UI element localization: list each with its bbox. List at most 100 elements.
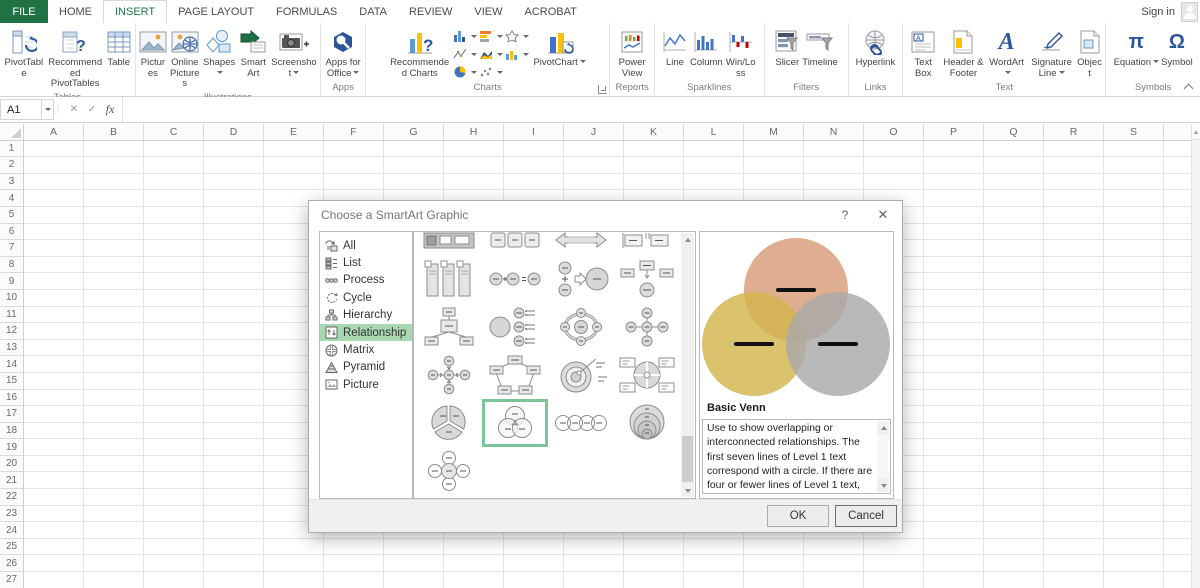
cell[interactable] <box>804 140 864 158</box>
tab-review[interactable]: REVIEW <box>398 0 463 23</box>
cell[interactable] <box>924 555 984 573</box>
cell[interactable] <box>204 323 264 340</box>
cell[interactable] <box>1044 372 1104 390</box>
cell[interactable] <box>204 289 264 307</box>
cell[interactable] <box>84 538 144 556</box>
category-pyramid[interactable]: Pyramid <box>320 359 412 376</box>
cell[interactable] <box>84 389 144 407</box>
cell[interactable] <box>744 572 804 588</box>
cell[interactable] <box>924 240 984 257</box>
tab-home[interactable]: HOME <box>48 0 103 23</box>
column-header[interactable]: K <box>624 124 684 141</box>
cell[interactable] <box>624 555 684 573</box>
cell[interactable] <box>924 339 984 357</box>
column-header[interactable]: O <box>864 124 924 141</box>
row-header[interactable]: 4 <box>0 190 24 207</box>
cell[interactable] <box>204 555 264 573</box>
cell[interactable] <box>864 140 924 158</box>
cell[interactable] <box>264 572 324 588</box>
cell[interactable] <box>624 572 684 588</box>
equation-button[interactable]: π Equation <box>1113 25 1161 70</box>
text-box-button[interactable]: A Text Box <box>905 25 941 80</box>
category-picture[interactable]: Picture <box>320 376 412 393</box>
column-header[interactable]: E <box>264 124 324 141</box>
cell[interactable] <box>1164 439 1191 456</box>
cell[interactable] <box>84 140 144 158</box>
cell[interactable] <box>924 472 984 490</box>
cell[interactable] <box>504 538 564 556</box>
row-header[interactable]: 13 <box>0 339 24 357</box>
cell[interactable] <box>984 140 1044 158</box>
cell[interactable] <box>144 406 204 423</box>
cell[interactable] <box>984 223 1044 241</box>
insert-column-chart-button[interactable] <box>453 30 479 42</box>
cell[interactable] <box>744 555 804 573</box>
cell[interactable] <box>504 572 564 588</box>
cell[interactable] <box>1104 455 1164 473</box>
tab-formulas[interactable]: FORMULAS <box>265 0 348 23</box>
row-header[interactable]: 12 <box>0 323 24 340</box>
column-header[interactable]: J <box>564 124 624 141</box>
cell[interactable] <box>84 306 144 324</box>
cell[interactable] <box>144 140 204 158</box>
cell[interactable] <box>204 372 264 390</box>
column-header[interactable]: N <box>804 124 864 141</box>
cell[interactable] <box>324 572 384 588</box>
cell[interactable] <box>444 140 504 158</box>
layout-thumb-accent-block[interactable] <box>416 232 482 255</box>
cell[interactable] <box>504 173 564 191</box>
cell[interactable] <box>204 339 264 357</box>
row-header[interactable]: 11 <box>0 306 24 324</box>
cell[interactable] <box>204 572 264 588</box>
cell[interactable] <box>1044 173 1104 191</box>
cell[interactable] <box>204 173 264 191</box>
cell[interactable] <box>1104 323 1164 340</box>
cell[interactable] <box>84 455 144 473</box>
cell[interactable] <box>924 422 984 440</box>
cell[interactable] <box>24 538 84 556</box>
cell[interactable] <box>804 538 864 556</box>
insert-bar-chart-button[interactable] <box>479 30 505 42</box>
cell[interactable] <box>984 372 1044 390</box>
cell[interactable] <box>24 306 84 324</box>
cell[interactable] <box>864 173 924 191</box>
cell[interactable] <box>444 538 504 556</box>
cell[interactable] <box>24 505 84 523</box>
cell[interactable] <box>984 323 1044 340</box>
insert-function-button[interactable]: fx <box>102 102 118 117</box>
vertical-scrollbar[interactable] <box>1191 124 1200 588</box>
layout-thumb-stacked-venn[interactable] <box>614 399 680 447</box>
row-header[interactable]: 10 <box>0 289 24 307</box>
cell[interactable] <box>204 273 264 290</box>
cell[interactable] <box>1164 373 1191 390</box>
cell[interactable] <box>924 306 984 324</box>
cell[interactable] <box>144 439 204 456</box>
cell[interactable] <box>984 289 1044 307</box>
column-header[interactable]: L <box>684 124 744 141</box>
cell[interactable] <box>144 339 204 357</box>
cell[interactable] <box>1044 472 1104 490</box>
table-button[interactable]: Table <box>105 25 133 70</box>
row-header[interactable]: 24 <box>0 522 24 539</box>
column-header[interactable]: R <box>1044 124 1104 141</box>
layout-thumb-funnel-merge[interactable] <box>548 255 614 303</box>
cell[interactable] <box>684 173 744 191</box>
cell[interactable] <box>84 422 144 440</box>
cell[interactable] <box>24 190 84 207</box>
row-header[interactable]: 14 <box>0 356 24 373</box>
cell[interactable] <box>504 157 564 174</box>
cell[interactable] <box>264 173 324 191</box>
cell[interactable] <box>84 289 144 307</box>
cell[interactable] <box>144 289 204 307</box>
row-header[interactable]: 20 <box>0 455 24 473</box>
slicer-button[interactable]: Slicer <box>773 25 801 70</box>
cell[interactable] <box>1164 207 1191 224</box>
cell[interactable] <box>984 472 1044 490</box>
layout-thumb-rounded-list[interactable] <box>482 232 548 255</box>
cell[interactable] <box>1104 190 1164 207</box>
screenshot-button[interactable]: Screenshot <box>270 25 318 80</box>
cell[interactable] <box>984 256 1044 274</box>
row-header[interactable]: 3 <box>0 173 24 191</box>
row-header[interactable]: 23 <box>0 505 24 523</box>
cell[interactable] <box>984 555 1044 573</box>
